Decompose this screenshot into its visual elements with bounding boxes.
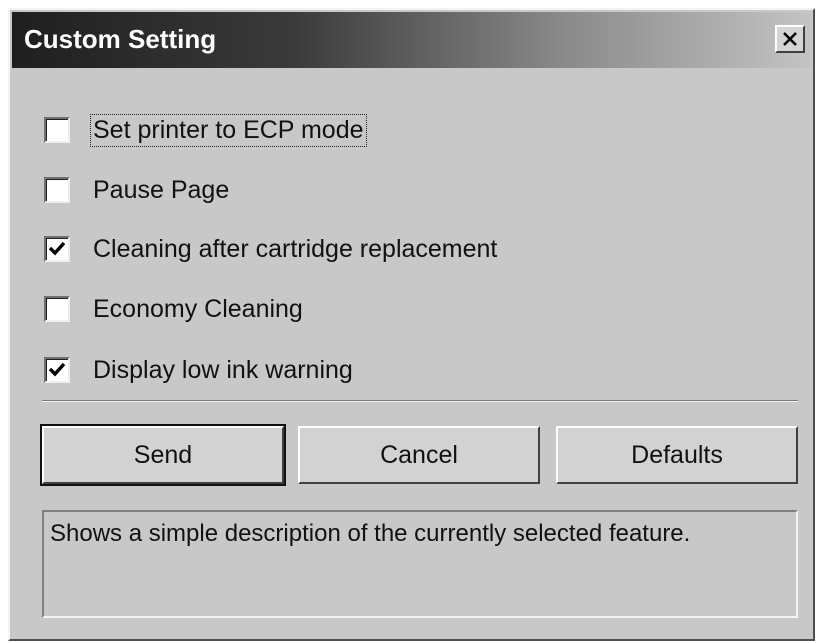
defaults-button[interactable]: Defaults bbox=[556, 426, 798, 484]
option-economy-cleaning[interactable]: Economy Cleaning bbox=[44, 292, 306, 326]
custom-setting-dialog: Custom Setting Set printer to ECP mode P… bbox=[8, 8, 815, 641]
separator-line bbox=[42, 400, 798, 402]
low-ink-warning-label[interactable]: Display low ink warning bbox=[90, 354, 356, 387]
low-ink-warning-checkbox[interactable] bbox=[44, 357, 70, 383]
send-button[interactable]: Send bbox=[40, 424, 286, 486]
option-low-ink-warning[interactable]: Display low ink warning bbox=[44, 353, 356, 387]
option-pause-page[interactable]: Pause Page bbox=[44, 173, 232, 207]
checkmark-icon bbox=[48, 362, 66, 377]
economy-cleaning-label[interactable]: Economy Cleaning bbox=[90, 293, 306, 326]
option-cleaning-after-replacement[interactable]: Cleaning after cartridge replacement bbox=[44, 232, 500, 266]
economy-cleaning-checkbox[interactable] bbox=[44, 296, 70, 322]
title-bar[interactable]: Custom Setting bbox=[12, 12, 811, 68]
pause-page-label[interactable]: Pause Page bbox=[90, 174, 232, 207]
cleaning-after-replacement-label[interactable]: Cleaning after cartridge replacement bbox=[90, 233, 500, 266]
ecp-mode-checkbox[interactable] bbox=[44, 117, 70, 143]
close-button[interactable] bbox=[775, 25, 805, 53]
checkmark-icon bbox=[48, 241, 66, 256]
cancel-button[interactable]: Cancel bbox=[298, 426, 540, 484]
cleaning-after-replacement-checkbox[interactable] bbox=[44, 236, 70, 262]
ecp-mode-label[interactable]: Set printer to ECP mode bbox=[90, 113, 367, 147]
option-ecp-mode[interactable]: Set printer to ECP mode bbox=[44, 113, 367, 147]
close-icon bbox=[783, 32, 797, 46]
pause-page-checkbox[interactable] bbox=[44, 177, 70, 203]
feature-description: Shows a simple description of the curren… bbox=[42, 510, 798, 618]
window-title: Custom Setting bbox=[24, 24, 217, 54]
